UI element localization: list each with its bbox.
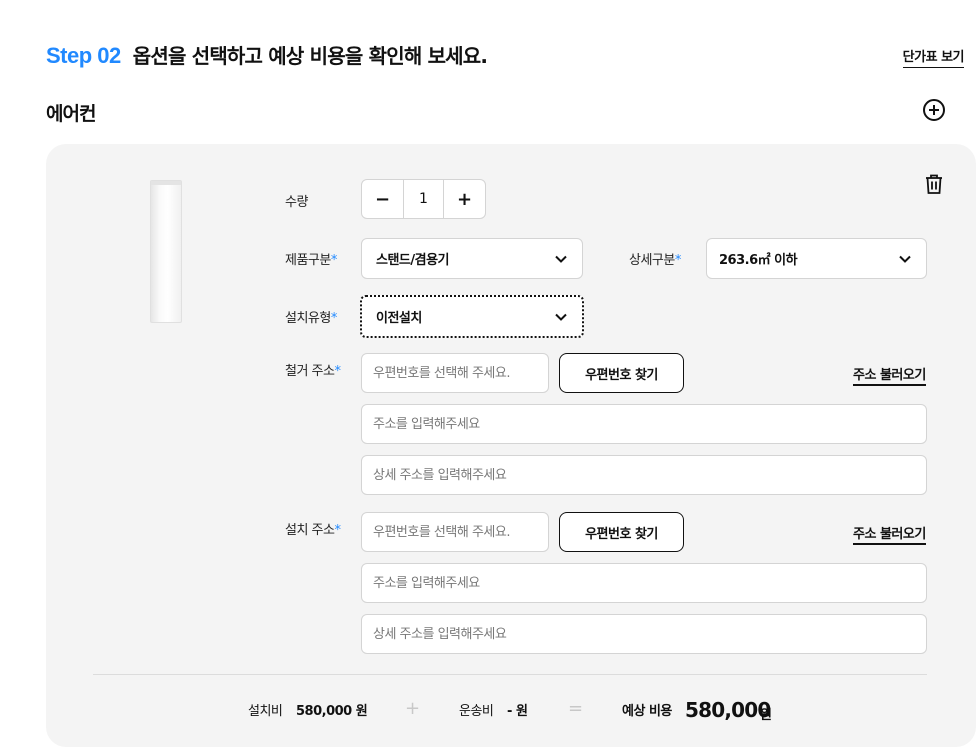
product-option-card: 수량 − 1 + 제품구분* 스탠드/겸용기 상세구분* 263.6㎡ 이하 설… — [46, 144, 976, 747]
chevron-down-icon — [899, 255, 911, 263]
detail-type-value: 263.6㎡ 이하 — [719, 253, 798, 268]
detail-type-select[interactable]: 263.6㎡ 이하 — [706, 238, 927, 279]
product-type-label: 제품구분* — [285, 253, 337, 268]
removal-address-input[interactable] — [361, 404, 927, 444]
removal-zip-input[interactable] — [361, 353, 549, 393]
chevron-down-icon — [555, 255, 567, 263]
plus-circle-icon[interactable] — [923, 99, 945, 121]
plus-operator: + — [405, 698, 421, 719]
install-fee-label: 설치비 — [248, 704, 283, 719]
install-load-address-link[interactable]: 주소 불러오기 — [853, 523, 926, 545]
estimate-label: 예상 비용 — [622, 704, 672, 719]
install-fee-value: 580,000 원 — [296, 704, 368, 719]
install-detail-address-input[interactable] — [361, 614, 927, 654]
product-type-value: 스탠드/겸용기 — [376, 253, 450, 268]
quantity-minus-button[interactable]: − — [362, 180, 403, 218]
quantity-stepper: − 1 + — [361, 179, 486, 219]
equals-operator: = — [568, 698, 584, 719]
quantity-label: 수량 — [285, 195, 308, 210]
trash-icon[interactable] — [922, 172, 946, 196]
removal-find-zip-button[interactable]: 우편번호 찾기 — [559, 353, 684, 393]
page-title: 옵션을 선택하고 예상 비용을 확인해 보세요. — [132, 44, 488, 68]
removal-load-address-link[interactable]: 주소 불러오기 — [853, 364, 926, 386]
estimate-currency: 원 — [760, 708, 772, 723]
quantity-value[interactable]: 1 — [403, 180, 444, 218]
removal-address-label: 철거 주소* — [285, 364, 341, 379]
install-zip-input[interactable] — [361, 512, 549, 552]
install-type-label: 설치유형* — [285, 311, 337, 326]
product-image — [150, 180, 182, 323]
detail-type-label: 상세구분* — [629, 253, 681, 268]
section-title: 에어컨 — [46, 103, 96, 125]
removal-detail-address-input[interactable] — [361, 455, 927, 495]
install-type-value: 이전설치 — [376, 311, 422, 326]
divider — [93, 674, 927, 675]
price-table-link[interactable]: 단가표 보기 — [902, 46, 965, 68]
install-address-input[interactable] — [361, 563, 927, 603]
quantity-plus-button[interactable]: + — [444, 180, 485, 218]
estimate-value: 580,000 — [685, 698, 771, 722]
install-find-zip-button[interactable]: 우편번호 찾기 — [559, 512, 684, 552]
shipping-value: - 원 — [507, 704, 528, 719]
chevron-down-icon — [555, 313, 567, 321]
step-header: Step 02 옵션을 선택하고 예상 비용을 확인해 보세요. — [46, 40, 488, 69]
step-number: Step 02 — [46, 43, 121, 68]
install-address-label: 설치 주소* — [285, 523, 341, 538]
shipping-label: 운송비 — [459, 704, 494, 719]
product-type-select[interactable]: 스탠드/겸용기 — [361, 238, 583, 279]
install-type-select[interactable]: 이전설치 — [360, 295, 584, 338]
